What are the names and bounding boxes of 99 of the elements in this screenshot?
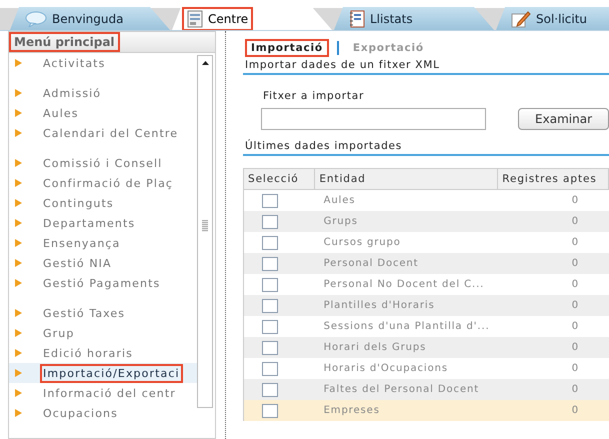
table-cell: 0 [572, 405, 579, 416]
menu-item[interactable]: Informació del centr [42, 386, 177, 400]
checkbox[interactable] [262, 214, 278, 228]
checkbox[interactable] [262, 236, 278, 250]
bullet-icon [15, 329, 22, 337]
table-cell: 0 [572, 363, 579, 374]
menu-item[interactable]: Grup [42, 326, 76, 340]
table-cell: Horaris d'Ocupacions [324, 363, 448, 374]
table-row[interactable]: Grups 0 [244, 211, 609, 232]
menu-item[interactable]: Edició horaris [42, 346, 134, 360]
menu-item[interactable]: Calendari del Centre [42, 126, 180, 140]
menu-item[interactable]: Departaments [42, 216, 136, 230]
menu-item[interactable]: Ocupacions [42, 406, 119, 420]
table-row[interactable]: Faltes del Personal Docent 0 [244, 379, 609, 400]
section-title: Últimes dades importades [243, 138, 609, 156]
bullet-icon [15, 279, 22, 287]
bullet-icon [15, 129, 22, 137]
table-cell: 0 [572, 321, 579, 332]
checkbox[interactable] [262, 382, 278, 396]
checkbox[interactable] [262, 278, 278, 292]
table-cell: 0 [572, 300, 579, 311]
column-header: Entidad [315, 169, 498, 189]
table-cell: 0 [572, 258, 579, 269]
section-title: Importar dades de un fitxer XML [243, 57, 609, 75]
table-cell: Grups [324, 216, 358, 227]
tab[interactable]: Sol·licitu [496, 7, 609, 30]
bullet-icon [15, 59, 22, 67]
menu-item[interactable]: Ensenyança [42, 236, 122, 250]
sub-tab[interactable]: Importació [247, 41, 327, 55]
table-cell: 0 [572, 216, 579, 227]
menu-item[interactable]: Comissió i Consell [42, 156, 164, 170]
speech-bubble-icon [25, 10, 47, 26]
table-cell: Personal Docent [324, 258, 418, 269]
file-field[interactable] [261, 108, 486, 130]
field-label: Fitxer a importar [263, 90, 366, 102]
bullet-icon [15, 309, 22, 317]
bullet-icon [15, 199, 22, 207]
table-cell: Faltes del Personal Docent [324, 384, 480, 395]
table-row[interactable]: Cursos grupo 0 [244, 232, 609, 253]
checkbox[interactable] [262, 362, 278, 376]
table-cell: 0 [572, 237, 579, 248]
table-cell: Sessions d'una Plantilla d'... [324, 321, 490, 332]
menu-item[interactable]: Continguts [42, 196, 115, 210]
bullet-icon [15, 259, 22, 267]
browse-button[interactable]: Examinar [518, 108, 609, 130]
sidebar-title: Menú principal [11, 34, 118, 50]
checkbox[interactable] [262, 320, 278, 334]
checkbox[interactable] [262, 298, 278, 312]
bullet-icon [15, 179, 22, 187]
bullet-icon [15, 349, 22, 357]
menu-item[interactable]: Activitats [42, 56, 106, 70]
bullet-icon [15, 219, 22, 227]
form-icon [187, 10, 203, 28]
table-cell: Aules [324, 195, 356, 206]
table-row[interactable]: Empreses 0 [244, 400, 609, 421]
table-cell: Cursos grupo [324, 237, 401, 248]
menu-item[interactable]: Aules [42, 106, 80, 120]
table-cell: 0 [572, 342, 579, 353]
scroll-up-icon[interactable] [202, 61, 208, 65]
table-row[interactable]: Sessions d'una Plantilla d'... 0 [244, 316, 609, 337]
table-row[interactable]: Horaris d'Ocupacions 0 [244, 358, 609, 379]
checkbox[interactable] [262, 256, 278, 270]
bullet-icon [15, 159, 22, 167]
table-row[interactable]: Personal Docent 0 [244, 253, 609, 274]
table-cell: Plantilles d'Horaris [324, 300, 435, 311]
menu-item[interactable]: Gestió NIA [42, 256, 113, 270]
table-cell: 0 [572, 195, 579, 206]
menu-item[interactable]: Admissió [42, 86, 102, 100]
table-cell: Empreses [324, 405, 380, 416]
table-row[interactable]: Personal No Docent del C... 0 [244, 274, 609, 295]
bullet-icon [15, 109, 22, 117]
table-row[interactable]: Horari dels Grups 0 [244, 337, 609, 358]
table-cell: Personal No Docent del C... [324, 279, 484, 290]
menu-item[interactable]: Gestió Taxes [42, 306, 126, 320]
pencil-paper-icon [511, 10, 531, 28]
scrollbar[interactable] [197, 55, 213, 408]
sub-tab[interactable]: Exportació [348, 41, 428, 55]
menu-item[interactable]: Gestió Pagaments [42, 276, 162, 290]
bullet-icon [15, 369, 22, 377]
table-row[interactable]: Plantilles d'Horaris 0 [244, 295, 609, 316]
checkbox[interactable] [262, 404, 278, 418]
table-cell: Horari dels Grups [324, 342, 426, 353]
notebook-icon [349, 10, 365, 28]
menu-item[interactable]: Confirmació de Plaç [42, 176, 174, 190]
table-cell: 0 [572, 279, 579, 290]
tab[interactable]: Benvinguda [10, 7, 170, 30]
bullet-icon [15, 409, 22, 417]
checkbox[interactable] [262, 340, 278, 354]
checkbox[interactable] [262, 194, 278, 208]
tab[interactable]: Llistats [334, 7, 494, 30]
tab[interactable]: Centre [172, 7, 332, 30]
scroll-thumb[interactable] [202, 220, 208, 232]
bullet-icon [15, 239, 22, 247]
bullet-icon [15, 89, 22, 97]
table-row[interactable]: Aules 0 [244, 190, 609, 211]
column-header: Registres aptes [498, 169, 609, 189]
table-cell: 0 [572, 384, 579, 395]
column-header: Selecció [244, 169, 316, 189]
bullet-icon [15, 389, 22, 397]
